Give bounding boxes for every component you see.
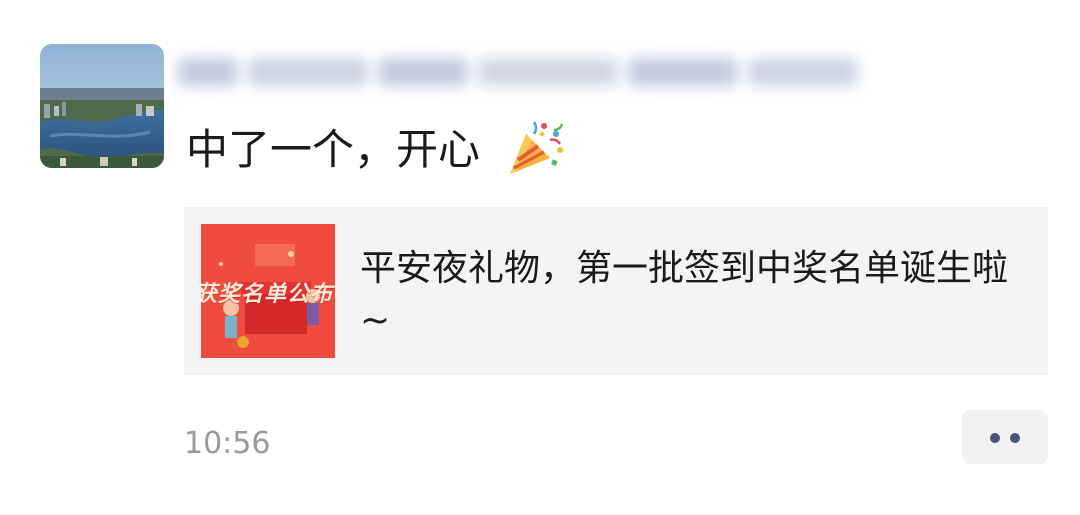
post-text: 中了一个，开心 <box>186 125 481 174</box>
party-popper-icon <box>504 116 568 180</box>
more-options-button[interactable] <box>962 410 1048 464</box>
avatar-city-photo <box>40 44 164 168</box>
post-timestamp: 10:56 <box>184 426 271 461</box>
thumbnail-text: 获奖名单公布 <box>201 282 334 307</box>
more-dot-icon <box>990 433 1000 443</box>
more-dot-icon <box>1010 433 1020 443</box>
moment-post: 中了一个，开心 获奖名单公布 平安夜礼物，第一批签到中奖名单诞生啦~ 10:56 <box>0 0 1080 515</box>
username-blurred[interactable] <box>178 44 868 100</box>
shared-link-card[interactable]: 获奖名单公布 平安夜礼物，第一批签到中奖名单诞生啦~ <box>184 207 1048 375</box>
avatar[interactable] <box>40 44 164 168</box>
link-card-title: 平安夜礼物，第一批签到中奖名单诞生啦~ <box>360 248 1009 341</box>
link-thumbnail: 获奖名单公布 <box>201 224 335 358</box>
